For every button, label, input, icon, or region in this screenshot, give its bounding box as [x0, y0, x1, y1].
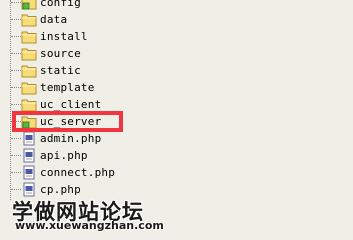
file-tree-panel: config data install source static templa… [0, 0, 353, 236]
php-file-icon [23, 165, 35, 180]
folder-icon [21, 82, 37, 95]
folder-new-icon [21, 0, 37, 10]
watermark-url: www.xuewangzhan.com [15, 219, 164, 232]
tree-item-template[interactable]: template [0, 79, 353, 96]
tree-item-source[interactable]: source [0, 45, 353, 62]
tree-item-label: api.php [40, 149, 88, 162]
php-file-icon [23, 148, 35, 163]
tree-item-label: source [40, 47, 81, 60]
folder-icon [21, 48, 37, 61]
tree-item-label: data [40, 13, 68, 26]
folder-icon [21, 14, 37, 27]
tree-item-label: install [40, 30, 88, 43]
tree-item-label: connect.php [40, 166, 116, 179]
tree-item-label: uc_client [40, 98, 102, 111]
folder-icon [21, 31, 37, 44]
folder-icon [21, 99, 37, 112]
tree-item-label: static [40, 64, 81, 77]
tree-item-api-php[interactable]: api.php [0, 147, 353, 164]
highlight-box [12, 111, 123, 132]
tree-item-label: template [40, 81, 95, 94]
file-tree: config data install source static templa… [0, 0, 353, 198]
tree-item-install[interactable]: install [0, 28, 353, 45]
tree-item-connect-php[interactable]: connect.php [0, 164, 353, 181]
tree-item-label: config [40, 0, 81, 9]
tree-item-admin-php[interactable]: admin.php [0, 130, 353, 147]
tree-item-label: admin.php [40, 132, 102, 145]
php-file-icon [23, 131, 35, 146]
tree-item-data[interactable]: data [0, 11, 353, 28]
watermark: 学做网站论坛 www.xuewangzhan.com [0, 194, 353, 236]
folder-icon [21, 65, 37, 78]
tree-item-config[interactable]: config [0, 0, 353, 11]
tree-item-static[interactable]: static [0, 62, 353, 79]
